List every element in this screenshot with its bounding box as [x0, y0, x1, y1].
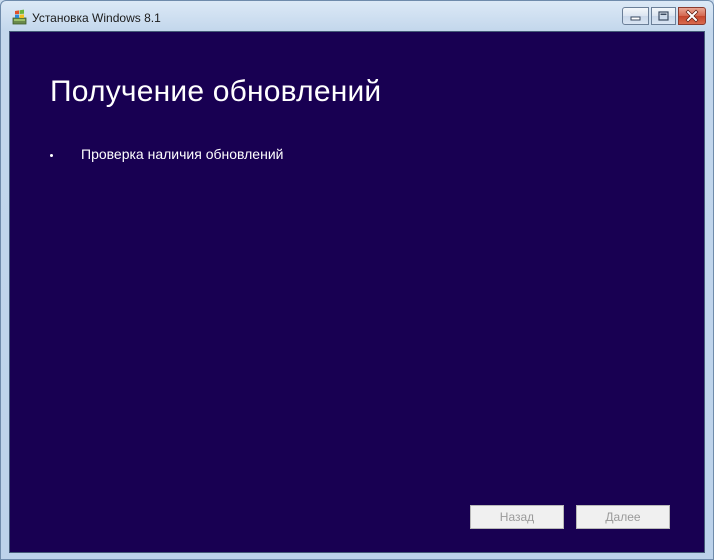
minimize-button[interactable]	[622, 7, 649, 25]
windows-setup-icon	[12, 9, 28, 25]
setup-window: Установка Windows 8.1 Получение обновлен…	[0, 0, 714, 560]
close-button[interactable]	[678, 7, 706, 25]
maximize-button[interactable]	[651, 7, 676, 25]
back-button[interactable]: Назад	[470, 505, 564, 529]
page-title: Получение обновлений	[50, 75, 382, 108]
setup-content: Получение обновлений Проверка наличия об…	[9, 31, 705, 553]
next-button[interactable]: Далее	[576, 505, 670, 529]
title-bar[interactable]: Установка Windows 8.1	[1, 1, 713, 31]
status-item-label: Проверка наличия обновлений	[81, 146, 284, 162]
window-title: Установка Windows 8.1	[32, 11, 161, 25]
caption-buttons	[622, 7, 706, 27]
bullet-icon	[50, 154, 53, 157]
